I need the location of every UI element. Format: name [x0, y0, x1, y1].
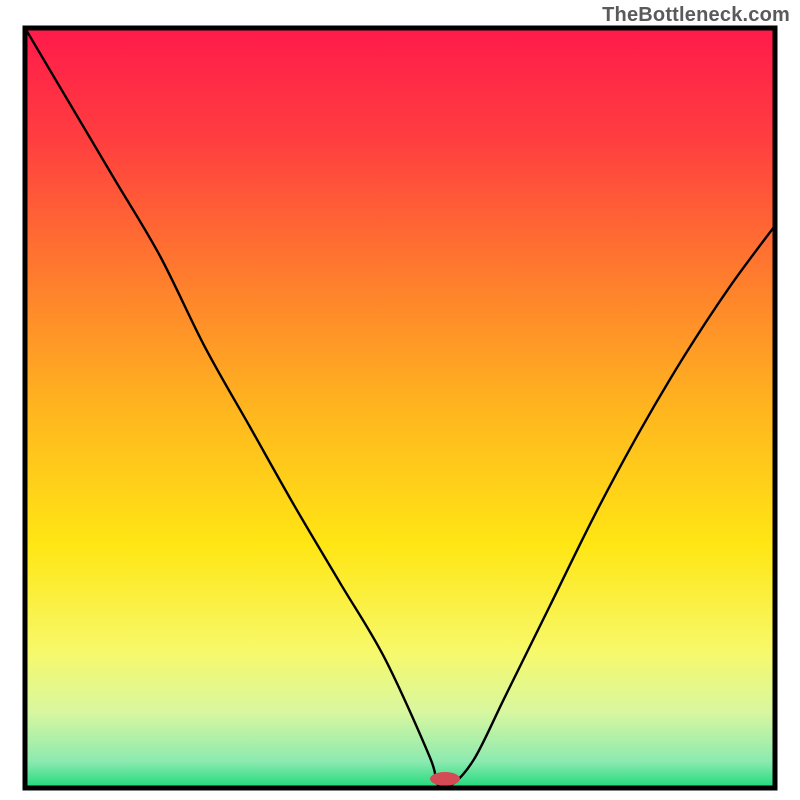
- optimal-point-marker: [430, 772, 460, 786]
- plot-background-gradient: [25, 28, 775, 788]
- watermark-text: TheBottleneck.com: [602, 4, 790, 27]
- bottleneck-chart: [0, 0, 800, 800]
- chart-container: TheBottleneck.com: [0, 0, 800, 800]
